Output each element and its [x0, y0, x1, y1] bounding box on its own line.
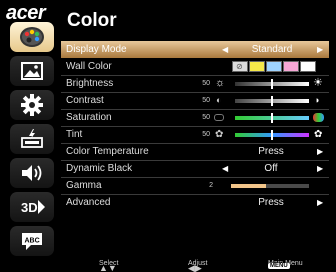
- brightness-slider[interactable]: [235, 79, 309, 89]
- sidebar-item-3d[interactable]: 3D: [10, 192, 54, 222]
- wall-color-swatches: ⊘: [232, 61, 316, 72]
- display-mode-value: Standard: [251, 44, 293, 55]
- wall-color-swatch-blue[interactable]: [266, 61, 282, 72]
- gamma-fill: [231, 184, 267, 188]
- tint-slider[interactable]: [235, 130, 309, 140]
- svg-text:ABC: ABC: [25, 238, 40, 245]
- gamma-label: Gamma: [66, 180, 102, 191]
- picture-icon: [20, 61, 44, 81]
- tint-label: Tint: [66, 129, 83, 140]
- wall-color-swatch-white[interactable]: [300, 61, 316, 72]
- arrow-right-icon[interactable]: ▶: [317, 143, 323, 160]
- menu-row-contrast[interactable]: Contrast 50 ◐ ◑: [61, 92, 329, 109]
- wall-color-swatch-yellow[interactable]: [249, 61, 265, 72]
- menu-row-advanced[interactable]: Advanced Press ▶: [61, 194, 329, 211]
- up-down-arrows-icon: ▲▼: [99, 263, 117, 272]
- display-mode-label: Display Mode: [66, 44, 127, 55]
- saturation-slider[interactable]: [235, 113, 309, 123]
- 3d-icon: 3D: [18, 196, 46, 218]
- menu-row-tint[interactable]: Tint 50 ✿ ✿: [61, 126, 329, 143]
- sun-filled-icon: ☀: [313, 77, 323, 89]
- arrow-right-icon[interactable]: ▶: [317, 194, 323, 211]
- color-temperature-value: Press: [258, 146, 284, 157]
- sidebar-item-setting[interactable]: [10, 90, 54, 120]
- page-title: Color: [67, 10, 117, 31]
- osd-window: acer Color 3D ABC Display Mode ◀ Standar…: [0, 0, 336, 272]
- sidebar-item-audio[interactable]: [10, 158, 54, 188]
- saturation-low-icon: [214, 114, 224, 121]
- arrow-right-icon[interactable]: ▶: [317, 160, 323, 177]
- menu-row-saturation[interactable]: Saturation 50: [61, 109, 329, 126]
- advanced-label: Advanced: [66, 197, 111, 208]
- gamma-slider[interactable]: [231, 184, 309, 188]
- adjust-hint: ◀▶ Adjust: [188, 260, 207, 272]
- contrast-label: Contrast: [66, 95, 104, 106]
- sun-outline-icon: ☼: [215, 77, 226, 89]
- contrast-slider[interactable]: [235, 96, 309, 106]
- sidebar-item-language[interactable]: ABC: [10, 226, 54, 256]
- menu-row-wall-color[interactable]: Wall Color ⊘: [61, 58, 329, 75]
- input-source-icon: [19, 128, 45, 150]
- contrast-value: 50: [202, 97, 210, 104]
- left-right-arrows-icon: ◀▶: [188, 263, 202, 272]
- footer-hint-bar: ▲▼ Select ◀▶ Adjust MENU Main Menu: [0, 257, 336, 272]
- palette-icon: [18, 25, 46, 49]
- brightness-label: Brightness: [66, 78, 114, 89]
- tint-high-icon: ✿: [314, 129, 323, 140]
- select-hint: ▲▼ Select: [99, 260, 118, 272]
- language-icon: ABC: [19, 230, 45, 252]
- saturation-high-icon: [313, 113, 324, 122]
- wall-color-label: Wall Color: [66, 61, 112, 72]
- arrow-right-icon[interactable]: ▶: [317, 41, 323, 58]
- saturation-value: 50: [202, 114, 210, 121]
- color-temperature-label: Color Temperature: [66, 146, 149, 157]
- dynamic-black-value: Off: [264, 163, 278, 174]
- menu-row-gamma[interactable]: Gamma 2: [61, 177, 329, 194]
- menu-row-color-temperature[interactable]: Color Temperature Press ▶: [61, 143, 329, 160]
- arrow-left-icon[interactable]: ◀: [222, 41, 228, 58]
- tint-low-icon: ✿: [215, 129, 224, 140]
- sidebar-item-picture[interactable]: [10, 56, 54, 86]
- menu-key-icon: MENU: [268, 263, 290, 269]
- brightness-value: 50: [202, 80, 210, 87]
- main-menu-hint: MENU Main Menu: [268, 260, 303, 269]
- gear-icon: [20, 93, 44, 117]
- wall-color-swatch-off[interactable]: ⊘: [232, 61, 248, 72]
- contrast-high-icon: ◑: [314, 95, 320, 105]
- saturation-label: Saturation: [66, 112, 112, 123]
- contrast-low-icon: ◐: [216, 95, 222, 105]
- gamma-value: 2: [209, 182, 213, 189]
- wall-color-swatch-pink[interactable]: [283, 61, 299, 72]
- svg-text:3D: 3D: [21, 200, 38, 215]
- speaker-icon: [19, 162, 45, 184]
- tint-value: 50: [202, 131, 210, 138]
- advanced-value: Press: [258, 197, 284, 208]
- menu-row-dynamic-black[interactable]: Dynamic Black ◀ Off ▶: [61, 160, 329, 177]
- sidebar-item-management[interactable]: [10, 124, 54, 154]
- menu-row-brightness[interactable]: Brightness 50 ☼ ☀: [61, 75, 329, 92]
- dynamic-black-label: Dynamic Black: [66, 163, 133, 174]
- sidebar-item-color[interactable]: [10, 22, 54, 52]
- arrow-left-icon[interactable]: ◀: [222, 160, 228, 177]
- menu-row-display-mode[interactable]: Display Mode ◀ Standard ▶: [61, 41, 329, 58]
